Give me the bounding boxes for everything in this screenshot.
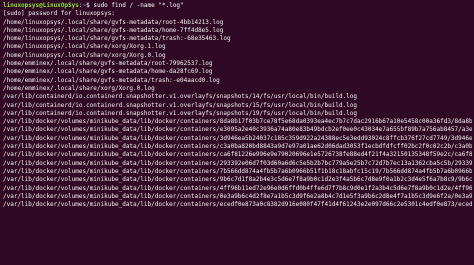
output-line: /home/linuxopsys/.local/share/gvfs-metad… (3, 35, 231, 43)
output-line: /home/linuxopsys/.local/share/gvfs-metad… (3, 26, 224, 34)
output-line: /var/lib/docker/volumes/minikube_data/li… (3, 134, 472, 142)
output-line: /var/lib/docker/volumes/minikube_data/li… (3, 126, 472, 134)
output-line: /var/lib/docker/volumes/minikube_data/li… (3, 201, 472, 209)
output-line: /var/lib/containerd/io.containerd.snapsh… (3, 109, 358, 117)
output-line: /home/linuxopsys/.local/share/xorg/Xorg.… (3, 51, 166, 59)
output-line: /home/emminex/.local/share/gvfs-metadata… (3, 76, 220, 84)
output-line: [sudo] password for linuxopsys: (3, 10, 115, 18)
prompt-line: linuxopsys@LinuxOpSys:~$ sudo find / -na… (3, 2, 472, 10)
output-line: /var/lib/docker/volumes/minikube_data/li… (3, 118, 472, 126)
output-line: /var/lib/docker/volumes/minikube_data/li… (3, 184, 472, 192)
output-line: /var/lib/docker/volumes/minikube_data/li… (3, 159, 472, 167)
terminal-output: [sudo] password for linuxopsys:/home/lin… (3, 10, 472, 209)
output-line: /home/emminex/.local/share/xorg/Xorg.0.l… (3, 84, 155, 92)
output-line: /var/lib/docker/volumes/minikube_data/li… (3, 151, 472, 159)
terminal-window[interactable]: linuxopsys@LinuxOpSys:~$ sudo find / -na… (0, 0, 474, 265)
output-line: /home/linuxopsys/.local/share/gvfs-metad… (3, 18, 224, 26)
command-text: sudo find / -name "*.log" (93, 2, 184, 9)
output-line: /home/linuxopsys/.local/share/xorg/Xorg.… (3, 43, 166, 51)
output-line: /var/lib/docker/volumes/minikube_data/li… (3, 176, 472, 184)
output-line: /var/lib/docker/volumes/minikube_data/li… (3, 192, 472, 200)
output-line: /var/lib/containerd/io.containerd.snapsh… (3, 101, 358, 109)
output-line: /var/lib/containerd/io.containerd.snapsh… (3, 93, 358, 101)
output-line: /var/lib/docker/volumes/minikube_data/li… (3, 167, 472, 175)
prompt-user-host: linuxopsys@LinuxOpSys (3, 2, 79, 9)
output-line: /home/emminex/.local/share/gvfs-metadata… (3, 60, 213, 68)
output-line: /var/lib/docker/volumes/minikube_data/li… (3, 143, 472, 151)
output-line: /home/emminex/.local/share/gvfs-metadata… (3, 68, 213, 76)
